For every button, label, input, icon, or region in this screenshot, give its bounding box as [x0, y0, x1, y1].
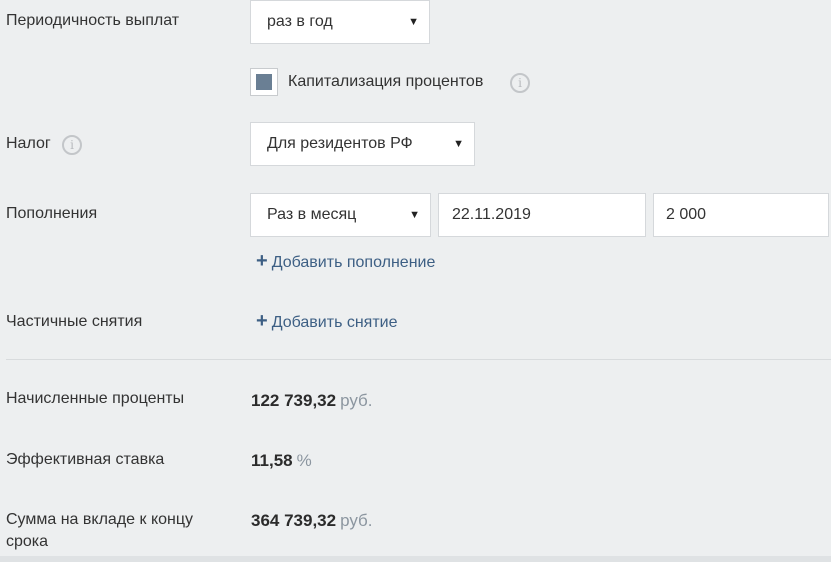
rate-amount: 11,58 — [251, 451, 293, 470]
add-deposit-label: Добавить пополнение — [271, 254, 436, 271]
plus-icon: + — [256, 310, 268, 332]
bottom-bar — [0, 556, 831, 562]
add-withdrawal-link[interactable]: + Добавить снятие — [256, 310, 398, 334]
deposit-date-input[interactable]: 22.11.2019 — [438, 193, 646, 237]
tax-info-icon[interactable]: i — [62, 135, 82, 155]
add-withdrawal-label: Добавить снятие — [271, 314, 398, 331]
total-label-line1: Сумма на вкладе к концу — [6, 511, 194, 528]
rate-value: 11,58% — [251, 450, 312, 472]
capitalization-info-icon[interactable]: i — [510, 73, 530, 93]
deposit-frequency-select[interactable]: Раз в месяц ▼ — [250, 193, 431, 237]
interest-label: Начисленные проценты — [6, 390, 185, 407]
chevron-down-icon: ▼ — [409, 209, 420, 221]
add-deposit-link[interactable]: + Добавить пополнение — [256, 250, 435, 274]
tax-select-value: Для резидентов РФ — [267, 135, 413, 152]
capitalization-label[interactable]: Капитализация процентов — [288, 71, 483, 93]
deposit-frequency-value: Раз в месяц — [267, 206, 357, 223]
interest-amount: 122 739,32 — [251, 391, 337, 410]
payout-select[interactable]: раз в год ▼ — [250, 0, 430, 44]
withdrawals-label: Частичные снятия — [6, 313, 143, 330]
section-divider — [6, 359, 831, 360]
rate-label: Эффективная ставка — [6, 451, 165, 468]
plus-icon: + — [256, 250, 268, 272]
payout-label: Периодичность выплат — [6, 12, 180, 29]
tax-select[interactable]: Для резидентов РФ ▼ — [250, 122, 475, 166]
interest-unit: руб. — [340, 391, 373, 410]
chevron-down-icon: ▼ — [453, 138, 464, 150]
total-label: Сумма на вкладе к концу срока — [6, 509, 193, 553]
total-unit: руб. — [340, 511, 373, 530]
deposits-label: Пополнения — [6, 205, 98, 222]
interest-value: 122 739,32 руб. — [251, 390, 373, 412]
total-amount: 364 739,32 — [251, 511, 337, 530]
tax-label: Налог — [6, 135, 51, 152]
total-label-line2: срока — [6, 533, 49, 550]
checkbox-checked-fill — [256, 74, 272, 90]
capitalization-checkbox[interactable] — [250, 68, 278, 96]
chevron-down-icon: ▼ — [408, 16, 419, 28]
rate-unit: % — [296, 451, 312, 470]
deposit-amount-input[interactable]: 2 000 — [653, 193, 829, 237]
payout-select-value: раз в год — [267, 13, 333, 30]
total-value: 364 739,32 руб. — [251, 510, 373, 532]
